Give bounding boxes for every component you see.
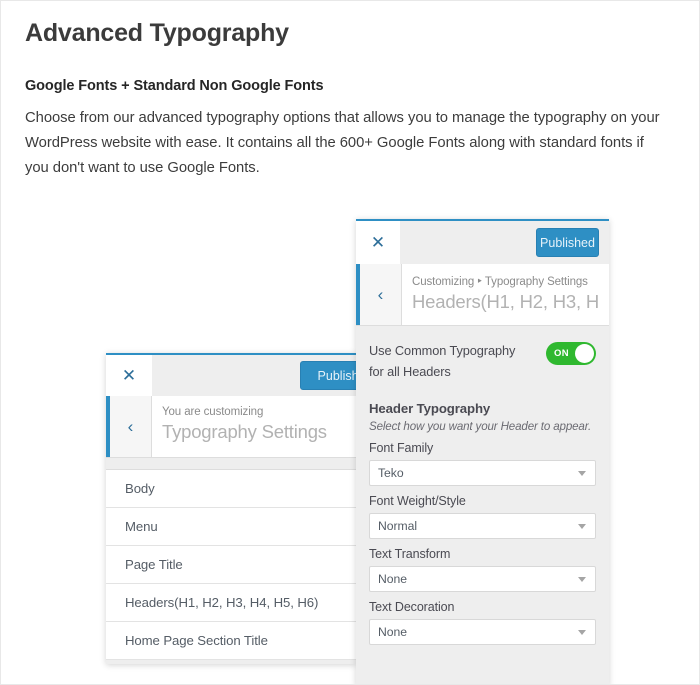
- panel-title-front: Headers(H1, H2, H3, H…: [412, 291, 601, 312]
- list-item[interactable]: Page Title: [106, 546, 356, 584]
- field-font-family: Font Family Teko: [369, 441, 596, 486]
- chevron-down-icon: [578, 630, 586, 635]
- header-typography-group-title: Header Typography: [369, 401, 491, 416]
- breadcrumb-root: Customizing: [412, 276, 475, 288]
- article-block: Advanced Typography Google Fonts + Stand…: [25, 19, 670, 181]
- close-icon: ✕: [121, 366, 137, 385]
- typography-section-list: Body Menu Page Title Headers(H1, H2, H3,…: [106, 470, 356, 660]
- text-transform-value: None: [378, 572, 407, 586]
- back-button-back-panel[interactable]: ‹: [106, 396, 152, 457]
- list-item[interactable]: Home Page Section Title: [106, 622, 356, 660]
- header-text-group-front: Customizing ‣ Typography Settings Headers(…: [412, 274, 601, 313]
- field-label-font-weight-style: Font Weight/Style: [369, 494, 466, 508]
- article-subheading: Google Fonts + Standard Non Google Fonts: [25, 78, 324, 94]
- field-label-text-decoration: Text Decoration: [369, 600, 455, 614]
- font-family-select[interactable]: Teko: [369, 460, 596, 486]
- list-item[interactable]: Headers(H1, H2, H3, H4, H5, H6): [106, 584, 356, 622]
- chevron-down-icon: [578, 471, 586, 476]
- customizing-kicker: You are customizing: [162, 406, 264, 418]
- back-button-front-panel[interactable]: ‹: [356, 264, 402, 325]
- customizer-header-front: ‹ Customizing ‣ Typography Settings Header…: [356, 264, 609, 326]
- list-item[interactable]: Body: [106, 470, 356, 508]
- field-label-text-transform: Text Transform: [369, 547, 451, 561]
- customizer-topbar-back: ✕ Published: [106, 353, 356, 396]
- header-text-group-back: You are customizing Typography Settings: [162, 406, 348, 443]
- field-font-weight-style: Font Weight/Style Normal: [369, 494, 596, 539]
- article-paragraph: Choose from our advanced typography opti…: [25, 110, 660, 176]
- toggle-state-label: ON: [554, 348, 570, 359]
- breadcrumb-separator-icon: ‣: [476, 276, 483, 288]
- chevron-left-icon: ‹: [377, 285, 384, 304]
- text-decoration-value: None: [378, 625, 407, 639]
- breadcrumb: Customizing ‣ Typography Settings: [412, 274, 601, 288]
- customizer-topbar-front: ✕ Published: [356, 219, 609, 264]
- font-family-value: Teko: [378, 466, 404, 480]
- toggle-knob: [575, 344, 594, 363]
- close-button-front-panel[interactable]: ✕: [356, 221, 400, 264]
- page-frame: Advanced Typography Google Fonts + Stand…: [0, 0, 700, 685]
- list-item[interactable]: Menu: [106, 508, 356, 546]
- chevron-down-icon: [578, 577, 586, 582]
- field-text-decoration: Text Decoration None: [369, 600, 596, 645]
- close-button-back-panel[interactable]: ✕: [106, 355, 152, 396]
- header-typography-group-description: Select how you want your Header to appea…: [369, 420, 592, 433]
- customizer-panel-headers: ✕ Published ‹ Customizing ‣ Typography Set…: [356, 219, 609, 684]
- field-text-transform: Text Transform None: [369, 547, 596, 592]
- panel-title-back: Typography Settings: [162, 421, 327, 442]
- text-transform-select[interactable]: None: [369, 566, 596, 592]
- close-icon: ✕: [370, 233, 386, 252]
- breadcrumb-parent: Typography Settings: [484, 276, 588, 288]
- customizer-header-back: ‹ You are customizing Typography Setting…: [106, 396, 356, 458]
- customizer-controls: Use Common Typography for all Headers ON…: [356, 326, 609, 684]
- chevron-left-icon: ‹: [127, 417, 134, 436]
- font-weight-style-value: Normal: [378, 519, 417, 533]
- customizer-panel-typography-settings: ✕ Published ‹ You are customizing Typogr…: [106, 353, 356, 664]
- publish-button-back-panel[interactable]: Published: [300, 361, 356, 390]
- field-label-font-family: Font Family: [369, 441, 434, 455]
- common-typography-toggle[interactable]: ON: [546, 342, 596, 365]
- list-top-spacer: [106, 458, 356, 470]
- chevron-down-icon: [578, 524, 586, 529]
- page-title: Advanced Typography: [25, 19, 289, 47]
- text-decoration-select[interactable]: None: [369, 619, 596, 645]
- font-weight-style-select[interactable]: Normal: [369, 513, 596, 539]
- publish-button-front-panel[interactable]: Published: [536, 228, 599, 257]
- common-typography-label: Use Common Typography for all Headers: [369, 343, 516, 379]
- common-typography-toggle-row: Use Common Typography for all Headers ON: [369, 340, 596, 382]
